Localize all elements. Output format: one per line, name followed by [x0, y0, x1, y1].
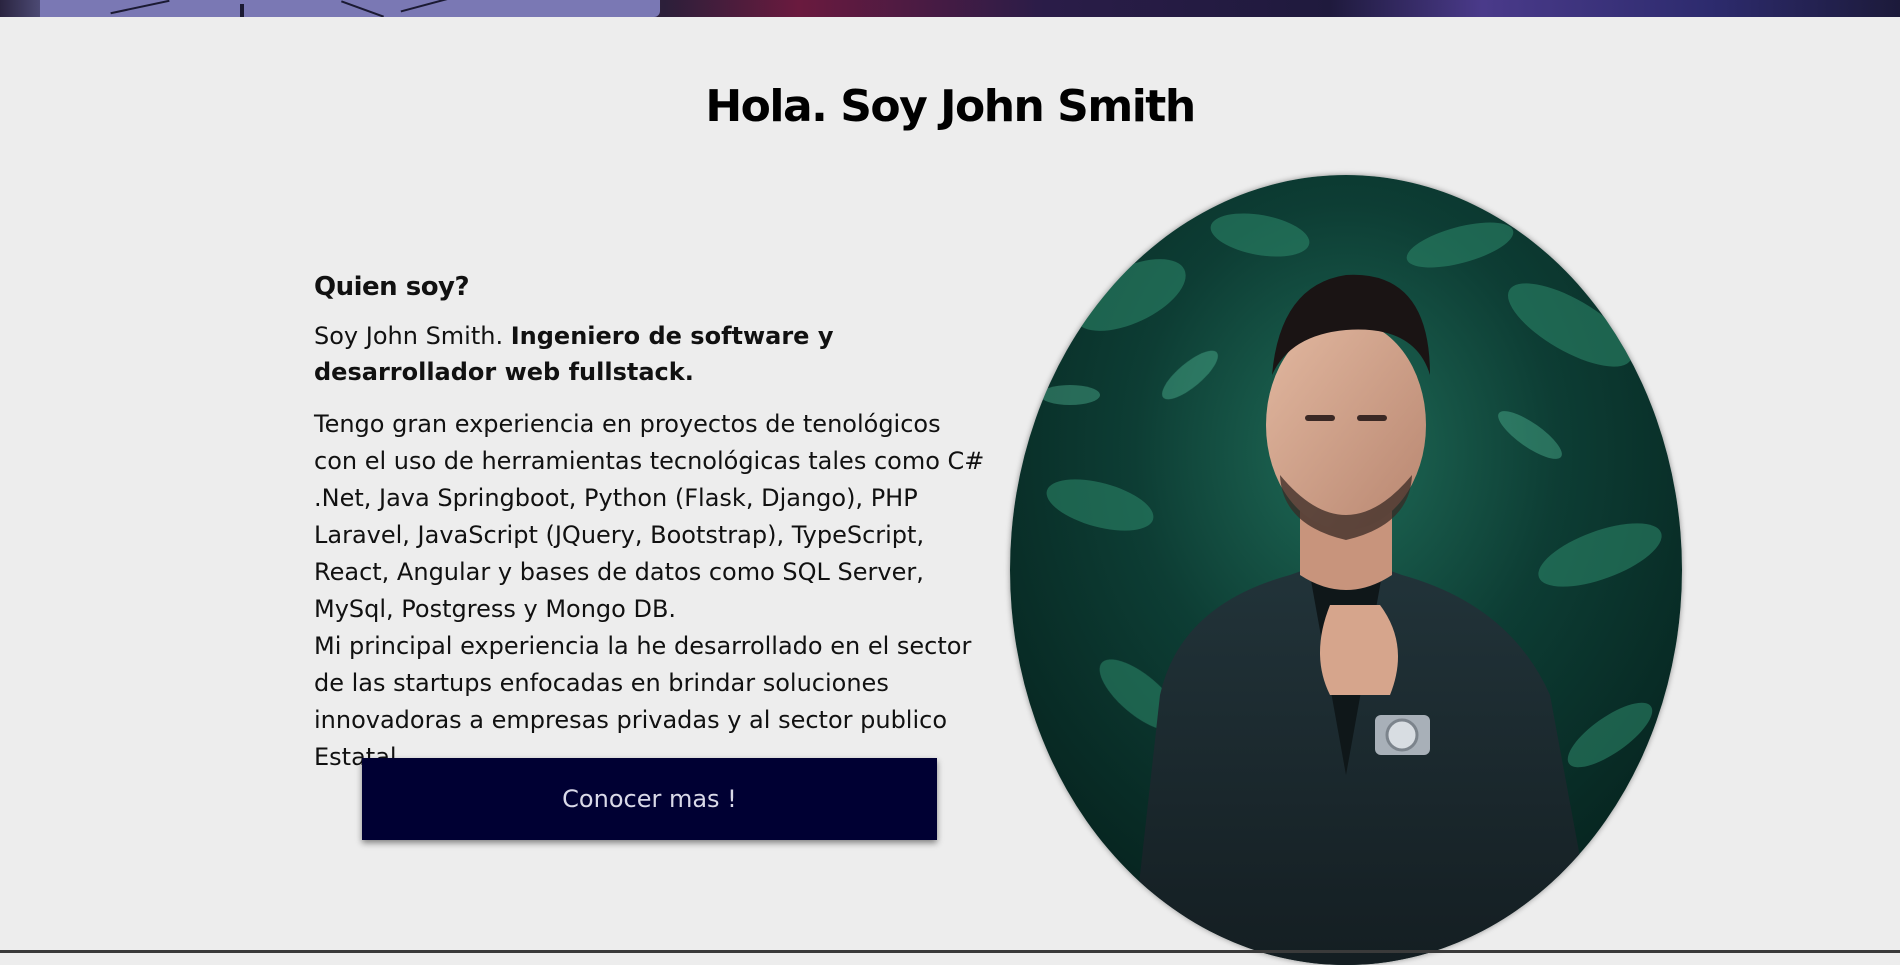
about-intro: Soy John Smith. Ingeniero de software y … [314, 318, 986, 390]
intro-plain-text: Soy John Smith. [314, 322, 511, 350]
profile-photo [1010, 175, 1682, 965]
header-banner-strip [0, 0, 1900, 17]
about-heading: Quien soy? [314, 272, 470, 302]
about-paragraph-2: Mi principal experiencia la he desarroll… [314, 632, 972, 771]
about-paragraph-1: Tengo gran experiencia en proyectos de t… [314, 410, 985, 623]
about-description: Tengo gran experiencia en proyectos de t… [314, 406, 986, 776]
banner-sketch-image [40, 0, 660, 17]
learn-more-button[interactable]: Conocer mas ! [362, 758, 937, 840]
page-title: Hola. Soy John Smith [705, 81, 1196, 133]
profile-photo-illustration [1010, 175, 1682, 965]
about-section: Quien soy? Soy John Smith. Ingeniero de … [314, 270, 986, 776]
